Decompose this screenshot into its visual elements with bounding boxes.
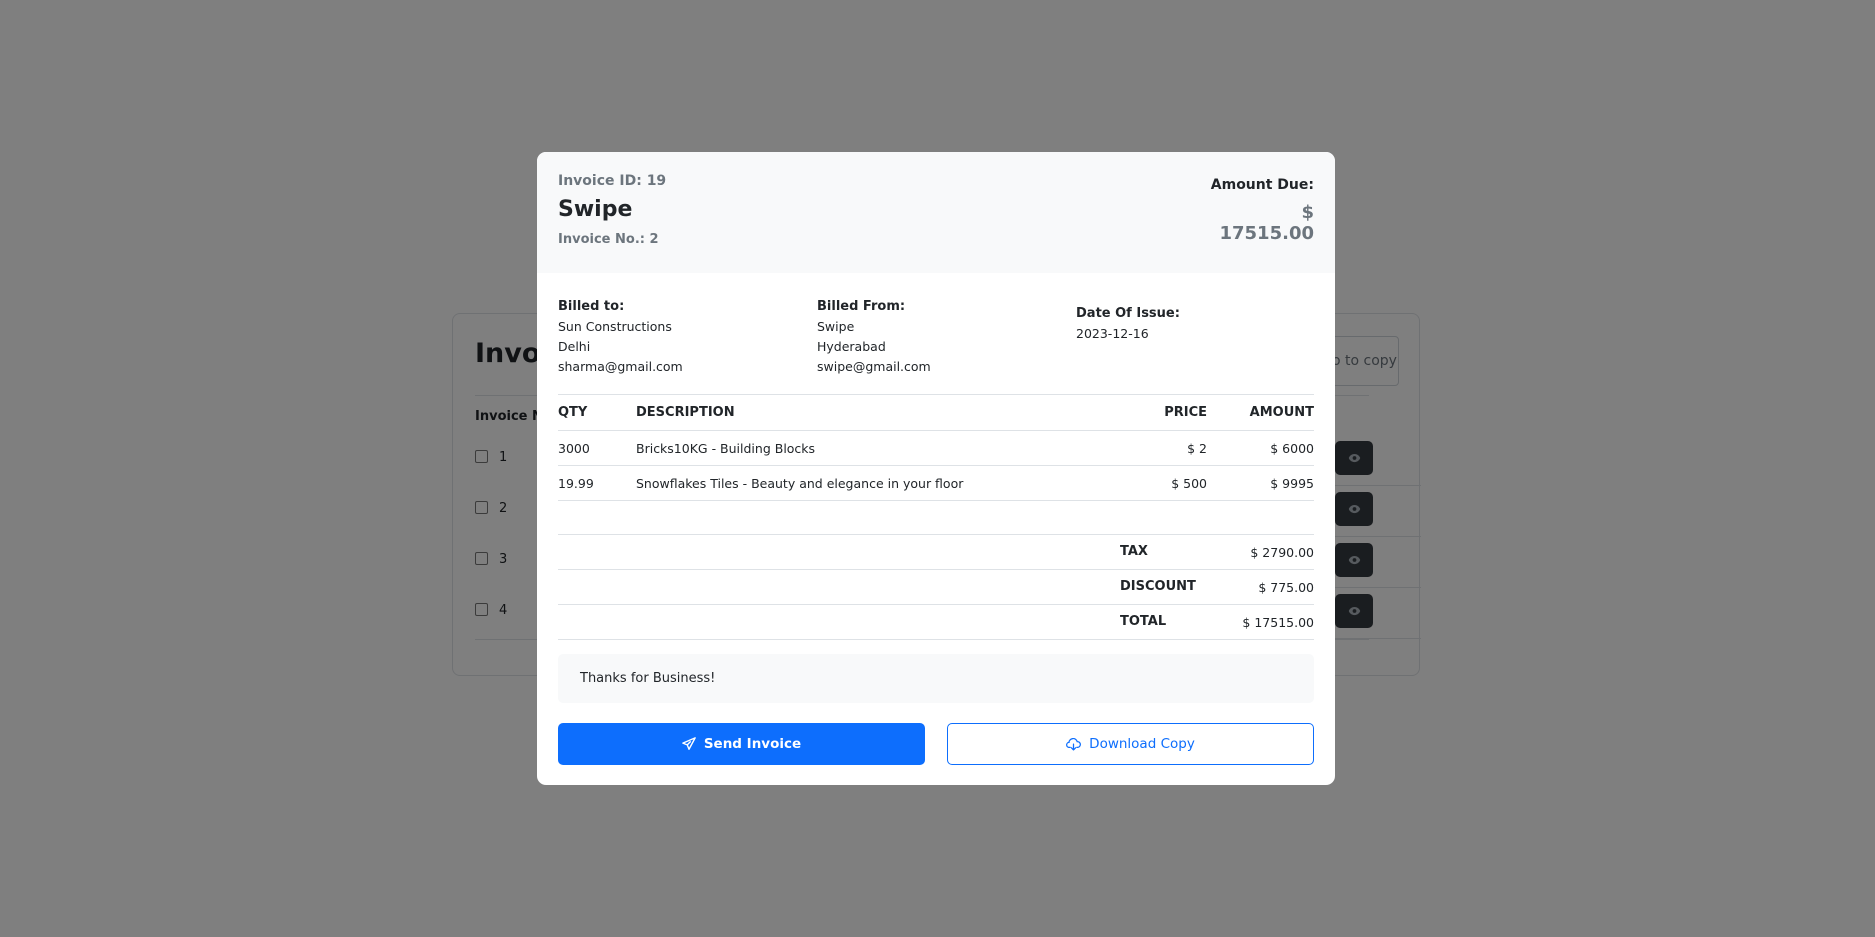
item-description: Bricks10KG - Building Blocks (636, 430, 1087, 466)
column-header-amount: AMOUNT (1207, 394, 1314, 431)
column-header-qty: QTY (558, 394, 636, 431)
billed-to: Billed to: Sun Constructions Delhi sharm… (558, 297, 683, 377)
billed-to-city: Delhi (558, 339, 591, 354)
item-qty: 19.99 (558, 465, 636, 501)
invoice-notes: Thanks for Business! (558, 654, 1314, 703)
invoice-number: Invoice No.: 2 (558, 232, 659, 247)
invoice-header: Invoice ID: 19 Swipe Invoice No.: 2 Amou… (537, 152, 1335, 273)
invoice-id: Invoice ID: 19 (558, 173, 667, 189)
date-of-issue: Date Of Issue: 2023-12-16 (1076, 304, 1180, 344)
billed-to-name: Sun Constructions (558, 319, 672, 334)
invoice-modal: Invoice ID: 19 Swipe Invoice No.: 2 Amou… (537, 152, 1335, 785)
billed-to-label: Billed to: (558, 299, 625, 314)
item-amount: $ 6000 (1207, 430, 1314, 466)
send-invoice-button[interactable]: Send Invoice (558, 723, 925, 765)
divider (558, 639, 1314, 640)
total-row: TOTAL $ 17515.00 (558, 604, 1314, 639)
totals-section: TAX $ 2790.00 DISCOUNT $ 775.00 TOTAL $ … (558, 534, 1314, 640)
billed-from-name: Swipe (817, 319, 855, 334)
download-copy-label: Download Copy (1089, 736, 1195, 752)
column-header-price: PRICE (1087, 394, 1207, 431)
billed-from-city: Hyderabad (817, 339, 886, 354)
total-label: TOTAL (1120, 614, 1167, 629)
table-header-row: QTY DESCRIPTION PRICE AMOUNT (558, 394, 1314, 431)
total-value: $ 17515.00 (1242, 615, 1314, 630)
send-invoice-label: Send Invoice (703, 736, 802, 752)
column-header-description: DESCRIPTION (636, 394, 1087, 431)
item-price: $ 2 (1087, 430, 1207, 466)
discount-row: DISCOUNT $ 775.00 (558, 569, 1314, 604)
table-row: 19.99 Snowflakes Tiles - Beauty and eleg… (558, 465, 1314, 501)
item-qty: 3000 (558, 430, 636, 466)
tax-label: TAX (1120, 544, 1148, 559)
amount-due-currency: $ (1301, 202, 1314, 223)
discount-value: $ 775.00 (1258, 580, 1314, 595)
send-icon (681, 737, 696, 750)
date-of-issue-label: Date Of Issue: (1076, 306, 1180, 321)
billed-to-email: sharma@gmail.com (558, 359, 683, 374)
item-description: Snowflakes Tiles - Beauty and elegance i… (636, 465, 1087, 501)
tax-value: $ 2790.00 (1250, 545, 1314, 560)
amount-due-value: $ 17515.00 (1174, 202, 1314, 244)
date-of-issue-value: 2023-12-16 (1076, 326, 1149, 341)
table-row: 3000 Bricks10KG - Building Blocks $ 2 $ … (558, 430, 1314, 466)
billed-from-label: Billed From: (817, 299, 906, 314)
item-amount: $ 9995 (1207, 465, 1314, 501)
tax-row: TAX $ 2790.00 (558, 534, 1314, 569)
amount-due-number: 17515.00 (1219, 223, 1314, 244)
download-copy-button[interactable]: Download Copy (947, 723, 1314, 765)
line-items-table: QTY DESCRIPTION PRICE AMOUNT 3000 Bricks… (558, 394, 1314, 501)
amount-due-label: Amount Due: (1210, 177, 1314, 193)
cloud-download-icon (1066, 737, 1082, 751)
billed-from-email: swipe@gmail.com (817, 359, 931, 374)
discount-label: DISCOUNT (1120, 579, 1196, 594)
item-price: $ 500 (1087, 465, 1207, 501)
company-name: Swipe (558, 197, 633, 222)
billed-from: Billed From: Swipe Hyderabad swipe@gmail… (817, 297, 931, 377)
